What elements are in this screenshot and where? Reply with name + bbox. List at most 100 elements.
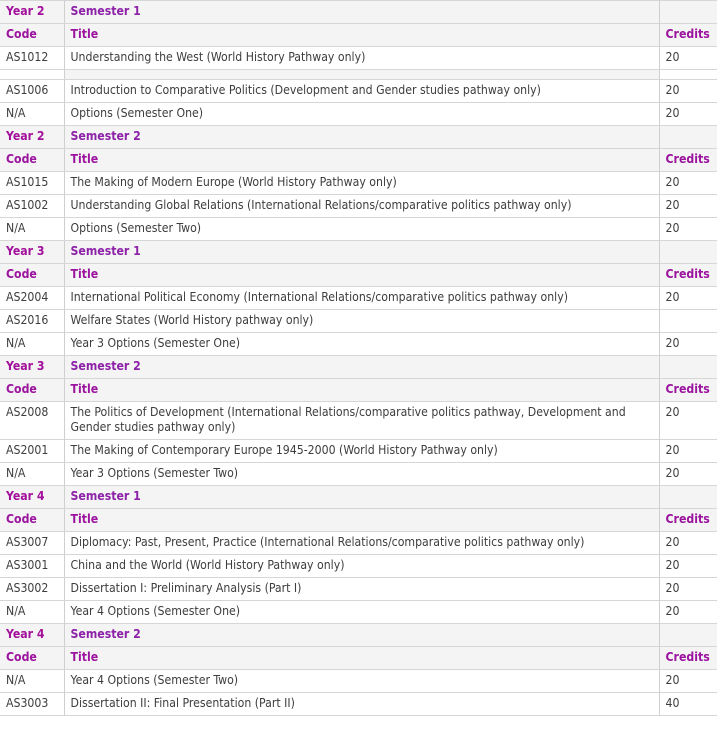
table-row: N/A Options (Semester One) 20 [0,102,717,126]
module-credits: 20 [659,439,717,463]
module-title: Year 3 Options (Semester Two) [64,462,660,486]
table-row: AS2016 Welfare States (World History path… [0,309,717,333]
semester-label: Semester 1 [64,240,660,264]
module-title: Diplomacy: Past, Present, Practice (Inte… [64,531,660,555]
module-code: AS2001 [0,439,65,463]
module-code: AS3001 [0,554,65,578]
module-credits: 20 [659,194,717,218]
column-header-title: Title [64,263,660,287]
module-code: AS3007 [0,531,65,555]
module-credits: 20 [659,669,717,693]
table-row: AS3007 Diplomacy: Past, Present, Practice… [0,531,717,555]
module-credits: 20 [659,531,717,555]
module-title: The Making of Contemporary Europe 1945-2… [64,439,660,463]
module-credits: 20 [659,600,717,624]
column-header-title: Title [64,646,660,670]
module-credits: 20 [659,286,717,310]
table-row: AS3001 China and the World (World History… [0,554,717,578]
module-title: Dissertation I: Preliminary Analysis (Pa… [64,577,660,601]
spacer-cell-title [64,69,660,80]
year-label: Year 4 [0,623,65,647]
year-label: Year 3 [0,355,65,379]
spacer-cell-code [0,69,65,80]
column-header-row: Code Title Credits [0,263,717,287]
module-credits [659,309,717,333]
module-code: AS2004 [0,286,65,310]
column-header-code: Code [0,646,65,670]
module-code: N/A [0,102,65,126]
module-title: Year 3 Options (Semester One) [64,332,660,356]
band-credits-spacer [659,485,717,509]
module-title: Welfare States (World History pathway on… [64,309,660,333]
column-header-credits: Credits [659,148,717,172]
module-code: AS1012 [0,46,65,70]
semester-label: Semester 2 [64,355,660,379]
band-credits-spacer [659,355,717,379]
module-code: AS2016 [0,309,65,333]
band-credits-spacer [659,125,717,149]
module-title: Year 4 Options (Semester One) [64,600,660,624]
table-row: N/A Year 4 Options (Semester Two) 20 [0,669,717,693]
module-title: Options (Semester One) [64,102,660,126]
module-credits: 20 [659,46,717,70]
column-header-title: Title [64,378,660,402]
table-row: AS2001 The Making of Contemporary Europe … [0,439,717,463]
column-header-code: Code [0,23,65,47]
year-semester-band: Year 2 Semester 1 [0,0,717,24]
year-semester-band: Year 4 Semester 1 [0,485,717,509]
module-credits: 20 [659,217,717,241]
column-header-credits: Credits [659,646,717,670]
table-row: N/A Year 3 Options (Semester Two) 20 [0,462,717,486]
module-title: Dissertation II: Final Presentation (Par… [64,692,660,716]
module-title: International Political Economy (Interna… [64,286,660,310]
table-row: AS3003 Dissertation II: Final Presentatio… [0,692,717,716]
module-credits: 20 [659,171,717,195]
module-credits: 20 [659,462,717,486]
column-header-code: Code [0,508,65,532]
year-label: Year 2 [0,0,65,24]
table-row: AS2004 International Political Economy (I… [0,286,717,310]
column-header-title: Title [64,148,660,172]
module-credits: 20 [659,554,717,578]
module-code: N/A [0,217,65,241]
table-body: Year 2 Semester 1 Code Title Credits AS1012 Un… [0,0,717,716]
year-semester-band: Year 4 Semester 2 [0,623,717,647]
column-header-credits: Credits [659,23,717,47]
module-title: China and the World (World History Pathw… [64,554,660,578]
table-row: AS3002 Dissertation I: Preliminary Analys… [0,577,717,601]
module-title: Options (Semester Two) [64,217,660,241]
table-row: AS2008 The Politics of Development (Inter… [0,401,717,440]
column-header-row: Code Title Credits [0,508,717,532]
table-row: AS1002 Understanding Global Relations (In… [0,194,717,218]
module-code: AS1002 [0,194,65,218]
table-row: AS1015 The Making of Modern Europe (World… [0,171,717,195]
semester-label: Semester 2 [64,125,660,149]
column-header-credits: Credits [659,263,717,287]
module-credits: 20 [659,332,717,356]
column-header-code: Code [0,263,65,287]
module-title: Introduction to Comparative Politics (De… [64,79,660,103]
semester-label: Semester 1 [64,0,660,24]
table-row: N/A Year 3 Options (Semester One) 20 [0,332,717,356]
module-code: N/A [0,669,65,693]
module-title: Understanding the West (World History Pa… [64,46,660,70]
year-semester-band: Year 3 Semester 1 [0,240,717,264]
year-semester-band: Year 2 Semester 2 [0,125,717,149]
table-row: N/A Year 4 Options (Semester One) 20 [0,600,717,624]
module-title: The Making of Modern Europe (World Histo… [64,171,660,195]
semester-label: Semester 1 [64,485,660,509]
table-row: AS1006 Introduction to Comparative Politi… [0,79,717,103]
year-label: Year 2 [0,125,65,149]
module-code: AS2008 [0,401,65,440]
module-credits: 40 [659,692,717,716]
column-header-row: Code Title Credits [0,646,717,670]
module-credits: 20 [659,102,717,126]
module-code: AS3003 [0,692,65,716]
spacer-cell-credits [659,69,717,80]
spacer-row [0,69,717,80]
module-credits: 20 [659,401,717,440]
module-credits: 20 [659,79,717,103]
year-label: Year 4 [0,485,65,509]
module-title: Year 4 Options (Semester Two) [64,669,660,693]
year-label: Year 3 [0,240,65,264]
